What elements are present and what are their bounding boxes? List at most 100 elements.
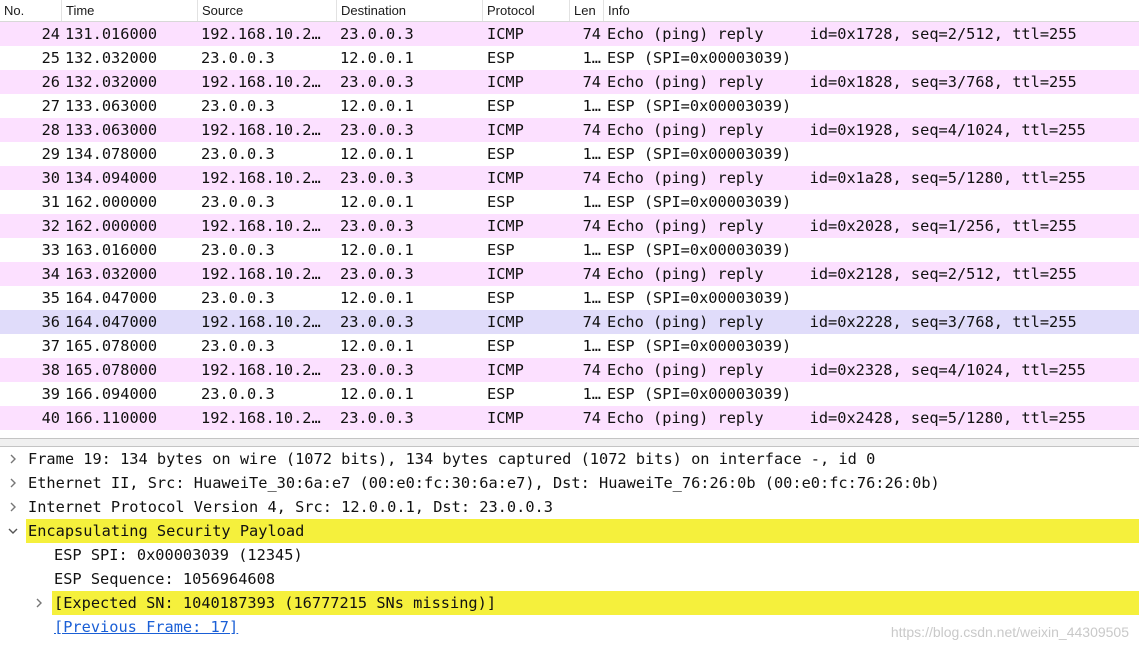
packet-source: 192.168.10.2… bbox=[201, 169, 321, 187]
packet-no: 35 bbox=[41, 289, 60, 307]
packet-destination: 12.0.0.1 bbox=[340, 289, 414, 307]
detail-tree-item[interactable]: Encapsulating Security Payload bbox=[0, 519, 1139, 543]
packet-length: 1… bbox=[582, 145, 601, 163]
detail-tree-item[interactable]: [Expected SN: 1040187393 (16777215 SNs m… bbox=[0, 591, 1139, 615]
detail-text: Internet Protocol Version 4, Src: 12.0.0… bbox=[28, 498, 553, 516]
packet-length: 74 bbox=[582, 313, 601, 331]
detail-tree-item[interactable]: ESP Sequence: 1056964608 bbox=[0, 567, 1139, 591]
packet-no: 24 bbox=[41, 25, 60, 43]
packet-destination: 12.0.0.1 bbox=[340, 385, 414, 403]
detail-text: Ethernet II, Src: HuaweiTe_30:6a:e7 (00:… bbox=[28, 474, 940, 492]
packet-destination: 12.0.0.1 bbox=[340, 145, 414, 163]
packet-details-pane[interactable]: Frame 19: 134 bytes on wire (1072 bits),… bbox=[0, 447, 1139, 652]
column-header-destination[interactable]: Destination bbox=[337, 0, 483, 21]
packet-time: 163.016000 bbox=[65, 241, 158, 259]
chevron-right-icon[interactable] bbox=[6, 495, 20, 519]
packet-row[interactable]: 35 164.047000 23.0.0.3 12.0.0.1 ESP 1… ESP (SP… bbox=[0, 286, 1139, 310]
packet-row[interactable]: 36 164.047000 192.168.10.2… 23.0.0.3 ICMP 74 E… bbox=[0, 310, 1139, 334]
packet-source: 192.168.10.2… bbox=[201, 121, 321, 139]
column-header-time[interactable]: Time bbox=[62, 0, 198, 21]
packet-info: ESP (SPI=0x00003039) bbox=[607, 49, 792, 67]
chevron-down-icon[interactable] bbox=[6, 519, 20, 543]
column-header-source[interactable]: Source bbox=[198, 0, 337, 21]
column-header-no[interactable]: No. bbox=[0, 0, 62, 21]
packet-no: 40 bbox=[41, 409, 60, 427]
packet-info: Echo (ping) reply id=0x1a28, seq=5/1280,… bbox=[607, 169, 1086, 187]
packet-info: Echo (ping) reply id=0x2228, seq=3/768, … bbox=[607, 313, 1077, 331]
detail-text: [Expected SN: 1040187393 (16777215 SNs m… bbox=[54, 594, 497, 612]
column-header-protocol[interactable]: Protocol bbox=[483, 0, 570, 21]
packet-list-empty-area bbox=[0, 430, 1139, 438]
packet-time: 132.032000 bbox=[65, 49, 158, 67]
packet-protocol: ESP bbox=[487, 145, 515, 163]
packet-row[interactable]: 27 133.063000 23.0.0.3 12.0.0.1 ESP 1… ESP (SP… bbox=[0, 94, 1139, 118]
column-header-info[interactable]: Info bbox=[604, 0, 1139, 21]
packet-time: 131.016000 bbox=[65, 25, 158, 43]
packet-info: ESP (SPI=0x00003039) bbox=[607, 385, 792, 403]
detail-tree-item[interactable]: Internet Protocol Version 4, Src: 12.0.0… bbox=[0, 495, 1139, 519]
packet-protocol: ICMP bbox=[487, 169, 524, 187]
packet-no: 26 bbox=[41, 73, 60, 91]
packet-time: 164.047000 bbox=[65, 289, 158, 307]
packet-no: 38 bbox=[41, 361, 60, 379]
detail-tree-item[interactable]: Frame 19: 134 bytes on wire (1072 bits),… bbox=[0, 447, 1139, 471]
packet-source: 23.0.0.3 bbox=[201, 241, 275, 259]
packet-row[interactable]: 31 162.000000 23.0.0.3 12.0.0.1 ESP 1… ESP (SP… bbox=[0, 190, 1139, 214]
packet-destination: 12.0.0.1 bbox=[340, 241, 414, 259]
packet-length: 74 bbox=[582, 169, 601, 187]
packet-length: 74 bbox=[582, 217, 601, 235]
packet-time: 165.078000 bbox=[65, 361, 158, 379]
packet-destination: 23.0.0.3 bbox=[340, 217, 414, 235]
packet-row[interactable]: 30 134.094000 192.168.10.2… 23.0.0.3 ICMP 74 E… bbox=[0, 166, 1139, 190]
packet-row[interactable]: 32 162.000000 192.168.10.2… 23.0.0.3 ICMP 74 E… bbox=[0, 214, 1139, 238]
packet-row[interactable]: 39 166.094000 23.0.0.3 12.0.0.1 ESP 1… ESP (SP… bbox=[0, 382, 1139, 406]
packet-protocol: ICMP bbox=[487, 121, 524, 139]
packet-length: 1… bbox=[582, 289, 601, 307]
detail-text: ESP SPI: 0x00003039 (12345) bbox=[54, 546, 303, 564]
packet-source: 192.168.10.2… bbox=[201, 265, 321, 283]
packet-row[interactable]: 26 132.032000 192.168.10.2… 23.0.0.3 ICMP 74 E… bbox=[0, 70, 1139, 94]
detail-tree-item[interactable]: Ethernet II, Src: HuaweiTe_30:6a:e7 (00:… bbox=[0, 471, 1139, 495]
packet-row[interactable]: 25 132.032000 23.0.0.3 12.0.0.1 ESP 1… ESP (SP… bbox=[0, 46, 1139, 70]
column-header-length[interactable]: Len bbox=[570, 0, 604, 21]
previous-frame-link[interactable]: [Previous Frame: 17] bbox=[54, 615, 238, 639]
packet-time: 134.078000 bbox=[65, 145, 158, 163]
chevron-right-icon[interactable] bbox=[6, 447, 20, 471]
packet-length: 74 bbox=[582, 121, 601, 139]
packet-no: 31 bbox=[41, 193, 60, 211]
packet-time: 163.032000 bbox=[65, 265, 158, 283]
packet-source: 23.0.0.3 bbox=[201, 385, 275, 403]
packet-info: Echo (ping) reply id=0x2128, seq=2/512, … bbox=[607, 265, 1077, 283]
packet-row[interactable]: 28 133.063000 192.168.10.2… 23.0.0.3 ICMP 74 E… bbox=[0, 118, 1139, 142]
packet-row[interactable]: 37 165.078000 23.0.0.3 12.0.0.1 ESP 1… ESP (SP… bbox=[0, 334, 1139, 358]
packet-info: Echo (ping) reply id=0x1728, seq=2/512, … bbox=[607, 25, 1077, 43]
packet-row[interactable]: 40 166.110000 192.168.10.2… 23.0.0.3 ICMP 74 E… bbox=[0, 406, 1139, 430]
packet-row[interactable]: 29 134.078000 23.0.0.3 12.0.0.1 ESP 1… ESP (SP… bbox=[0, 142, 1139, 166]
packet-protocol: ESP bbox=[487, 97, 515, 115]
packet-row[interactable]: 24 131.016000 192.168.10.2… 23.0.0.3 ICMP 74 E… bbox=[0, 22, 1139, 46]
packet-length: 74 bbox=[582, 265, 601, 283]
packet-length: 1… bbox=[582, 49, 601, 67]
packet-time: 162.000000 bbox=[65, 193, 158, 211]
packet-length: 1… bbox=[582, 337, 601, 355]
packet-list[interactable]: 24 131.016000 192.168.10.2… 23.0.0.3 ICMP 74 E… bbox=[0, 22, 1139, 430]
chevron-right-icon[interactable] bbox=[6, 471, 20, 495]
packet-info: Echo (ping) reply id=0x2328, seq=4/1024,… bbox=[607, 361, 1086, 379]
chevron-right-icon[interactable] bbox=[32, 591, 46, 615]
packet-row[interactable]: 38 165.078000 192.168.10.2… 23.0.0.3 ICMP 74 E… bbox=[0, 358, 1139, 382]
packet-destination: 12.0.0.1 bbox=[340, 193, 414, 211]
detail-tree-item[interactable]: ESP SPI: 0x00003039 (12345) bbox=[0, 543, 1139, 567]
packet-time: 132.032000 bbox=[65, 73, 158, 91]
packet-destination: 23.0.0.3 bbox=[340, 73, 414, 91]
packet-row[interactable]: 33 163.016000 23.0.0.3 12.0.0.1 ESP 1… ESP (SP… bbox=[0, 238, 1139, 262]
packet-time: 166.110000 bbox=[65, 409, 158, 427]
packet-protocol: ICMP bbox=[487, 409, 524, 427]
packet-time: 133.063000 bbox=[65, 121, 158, 139]
pane-splitter[interactable] bbox=[0, 438, 1139, 447]
packet-length: 1… bbox=[582, 193, 601, 211]
packet-no: 29 bbox=[41, 145, 60, 163]
packet-destination: 23.0.0.3 bbox=[340, 361, 414, 379]
packet-info: Echo (ping) reply id=0x2028, seq=1/256, … bbox=[607, 217, 1077, 235]
packet-row[interactable]: 34 163.032000 192.168.10.2… 23.0.0.3 ICMP 74 E… bbox=[0, 262, 1139, 286]
packet-info: Echo (ping) reply id=0x1828, seq=3/768, … bbox=[607, 73, 1077, 91]
